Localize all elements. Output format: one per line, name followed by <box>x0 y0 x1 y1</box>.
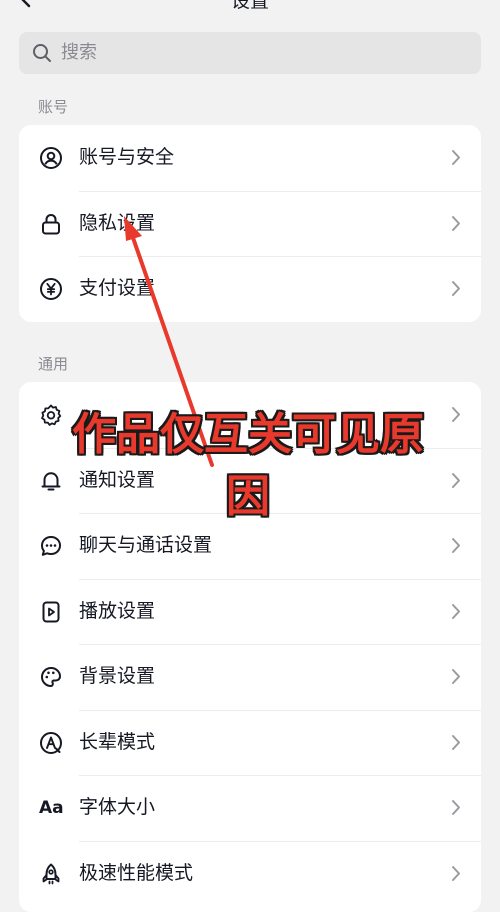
row-label: 字体大小 <box>79 796 156 818</box>
chevron-right-icon <box>451 865 461 882</box>
palette-icon <box>39 665 63 689</box>
yen-circle-icon <box>39 277 63 301</box>
section-label-account: 账号 <box>38 98 69 116</box>
row-label: 支付设置 <box>79 277 156 299</box>
row-label: 隐私设置 <box>79 211 156 234</box>
chevron-right-icon <box>451 472 461 489</box>
chevron-right-icon <box>451 280 461 297</box>
row-label: 通知设置 <box>79 468 156 491</box>
gear-icon <box>39 403 63 427</box>
row-label: 背景设置 <box>79 665 156 687</box>
settings-row-performance-mode[interactable]: 极速性能模式 <box>19 840 481 907</box>
font-size-icon: Aa <box>39 798 64 818</box>
bell-icon <box>39 469 63 493</box>
play-icon <box>39 600 63 624</box>
row-label: 账号与安全 <box>79 146 175 168</box>
settings-row-privacy[interactable]: 隐私设置 <box>19 190 481 257</box>
elder-mode-icon <box>39 731 63 755</box>
chevron-right-icon <box>451 668 461 685</box>
settings-row-account-security[interactable]: 账号与安全 <box>19 125 481 191</box>
settings-row-payment[interactable]: 支付设置 <box>19 256 481 322</box>
search-input[interactable]: 搜索 <box>19 32 481 74</box>
chevron-right-icon <box>451 799 461 816</box>
chevron-right-icon <box>451 603 461 620</box>
section-label-general: 通用 <box>38 355 69 373</box>
annotation-caption-line1: 作品仅互关可见原 <box>72 409 424 460</box>
row-label: 极速性能模式 <box>79 861 194 884</box>
settings-row-background[interactable]: 背景设置 <box>19 644 481 710</box>
search-icon <box>32 43 52 63</box>
search-placeholder: 搜索 <box>61 42 97 63</box>
chevron-right-icon <box>451 734 461 751</box>
annotation-caption-line2: 因 <box>226 471 270 522</box>
settings-row-font-size[interactable]: Aa 字体大小 <box>19 775 481 841</box>
chevron-right-icon <box>451 537 461 554</box>
account-settings-card: 账号与安全 隐私设置 支付设置 <box>19 125 481 322</box>
row-label: 播放设置 <box>79 599 156 622</box>
chat-bubble-icon <box>39 534 63 558</box>
row-label: 长辈模式 <box>79 730 156 753</box>
chevron-right-icon <box>451 406 461 423</box>
chevron-right-icon <box>451 149 461 166</box>
user-circle-icon <box>39 146 63 170</box>
rocket-icon <box>39 862 63 886</box>
row-label: 聊天与通话设置 <box>79 534 213 556</box>
settings-row-playback[interactable]: 播放设置 <box>19 578 481 645</box>
lock-icon <box>39 212 63 236</box>
top-bar: 设置 <box>0 0 500 22</box>
page-title: 设置 <box>230 0 269 12</box>
settings-row-elder-mode[interactable]: 长辈模式 <box>19 709 481 776</box>
chevron-right-icon <box>451 215 461 232</box>
